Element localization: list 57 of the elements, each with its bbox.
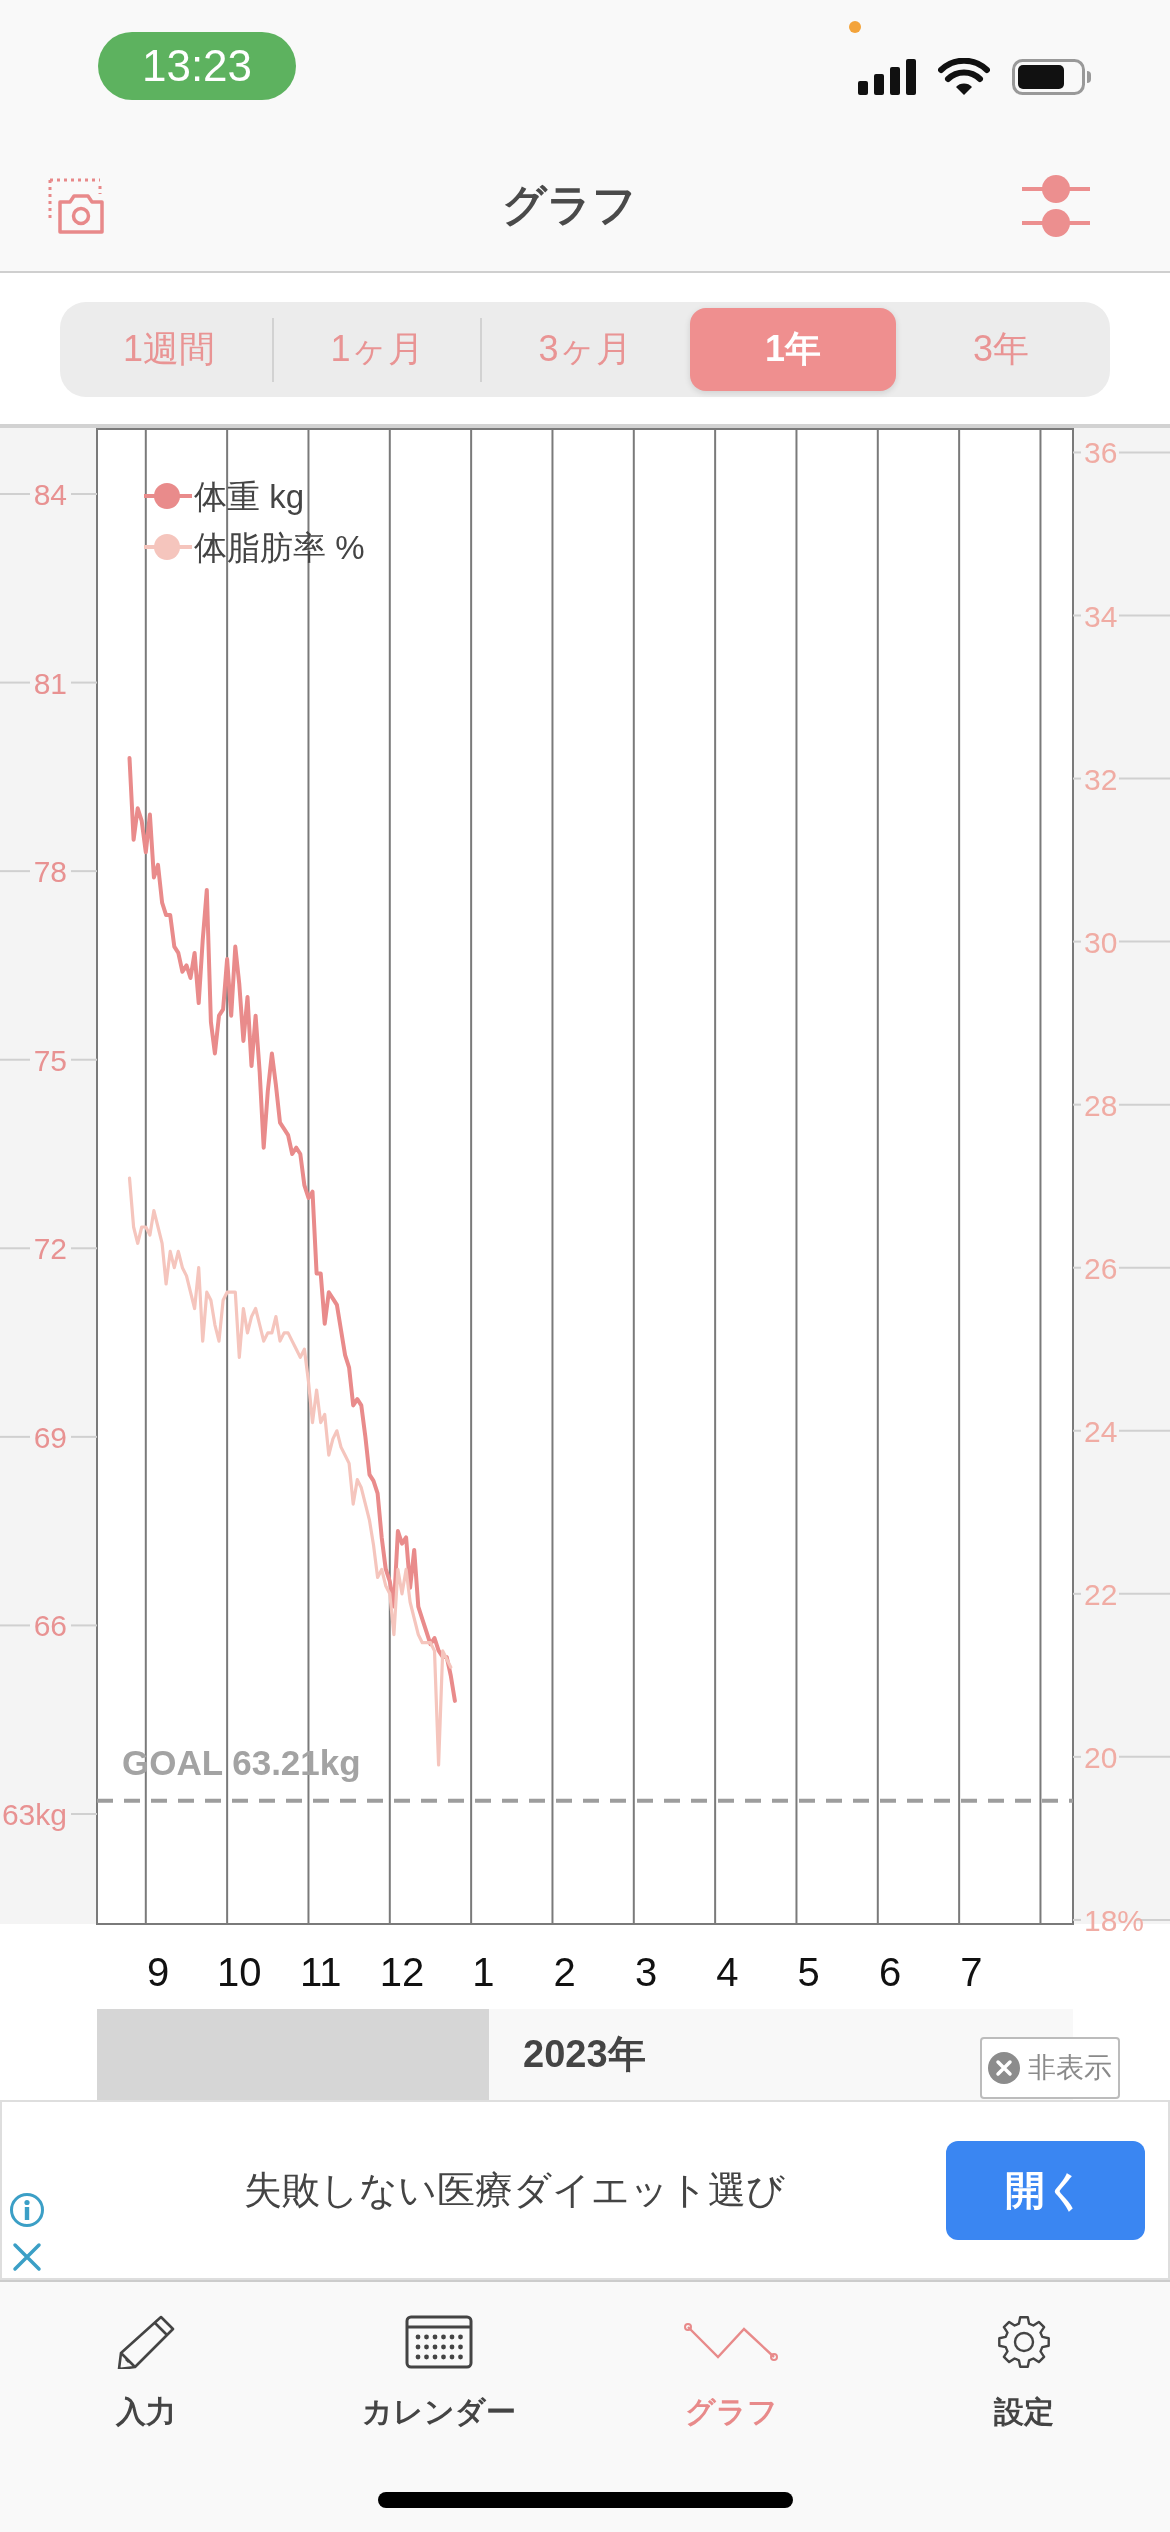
tab-bar-item[interactable]: グラフ	[684, 2282, 779, 2433]
wifi-icon	[938, 58, 990, 96]
x-axis-label: 5	[797, 1950, 820, 1994]
y-axis-label: 81	[33, 666, 67, 700]
battery-icon	[1012, 59, 1092, 95]
y-axis-label: 84	[33, 478, 67, 511]
sliders-icon[interactable]	[1022, 174, 1090, 237]
right-axis-label: 32	[1084, 762, 1118, 796]
period-tab[interactable]: 1年	[690, 308, 896, 391]
right-axis-label: 22	[1084, 1577, 1118, 1611]
info-icon[interactable]	[9, 2192, 45, 2228]
calendar-icon	[404, 2315, 473, 2369]
tab-bar-item[interactable]: カレンダー	[361, 2282, 516, 2433]
y-axis-label: 66	[33, 1609, 67, 1643]
screen-title: グラフ	[501, 179, 637, 231]
x-axis-label: 2	[553, 1950, 576, 1994]
tab-bar-item[interactable]: 入力	[116, 2282, 177, 2433]
x-axis-label: 12	[379, 1950, 425, 1994]
x-axis-label: 10	[217, 1950, 262, 1994]
period-tab[interactable]: 1週間	[66, 308, 272, 391]
period-tab[interactable]: 1ヶ月	[274, 308, 480, 391]
period-tab[interactable]: 3年	[898, 308, 1104, 391]
y-axis-label: 72	[33, 1232, 67, 1266]
ad-text: 失敗しない医療ダイエット選び	[242, 2167, 786, 2213]
x-axis-label: 7	[960, 1950, 983, 1994]
hide-ad-button[interactable]: 非表示	[980, 2037, 1120, 2099]
indicator-dot-icon	[849, 21, 861, 33]
y-axis-label: 78	[33, 855, 67, 889]
period-tab[interactable]: 3ヶ月	[482, 308, 688, 391]
close-icon	[988, 2052, 1020, 2084]
right-axis-label: 36	[1084, 436, 1118, 470]
right-axis-label: 34	[1084, 599, 1118, 633]
tab-bar-item[interactable]: 設定	[993, 2282, 1054, 2433]
right-axis-label: 26	[1084, 1251, 1118, 1285]
right-axis-label: 20	[1084, 1740, 1118, 1774]
line-chart-icon	[684, 2323, 779, 2361]
close-icon[interactable]	[12, 2242, 42, 2272]
right-axis-label: 18%	[1084, 1903, 1145, 1937]
x-axis-label: 1	[472, 1950, 495, 1994]
open-button[interactable]: 開く	[946, 2140, 1145, 2240]
x-axis-label: 9	[146, 1950, 170, 1994]
right-axis-label: 24	[1084, 1414, 1118, 1448]
y-axis-label: 63kg	[1, 1798, 67, 1831]
x-axis-label: 6	[878, 1950, 902, 1994]
x-axis-label: 3	[634, 1950, 658, 1994]
y-axis-label: 69	[33, 1420, 67, 1454]
right-axis-label: 30	[1084, 925, 1118, 959]
signal-icon	[858, 59, 916, 95]
y-axis-label: 75	[33, 1043, 67, 1077]
pencil-icon	[117, 2315, 176, 2369]
x-axis-label: 4	[716, 1950, 739, 1994]
camera-icon[interactable]	[48, 177, 104, 234]
right-axis-label: 28	[1084, 1088, 1118, 1122]
settings-icon	[995, 2316, 1052, 2368]
x-axis-label: 11	[299, 1950, 342, 1994]
status-time: 13:23	[98, 32, 296, 100]
year-label: 2023年	[523, 2032, 646, 2077]
